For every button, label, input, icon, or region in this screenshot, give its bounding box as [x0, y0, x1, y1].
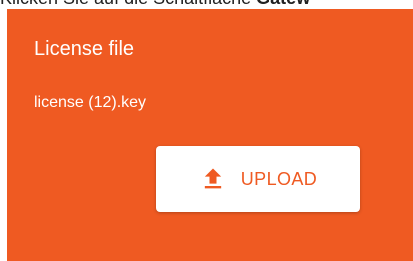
- selected-file-name: license (12).key: [34, 94, 147, 111]
- upload-icon: [204, 168, 221, 189]
- license-upload-panel: License file license (12).key UPLOAD: [7, 9, 413, 261]
- panel-title: License file: [34, 38, 135, 60]
- instruction-text: Klicken Sie auf die Schaltfläche Gatew: [0, 0, 413, 9]
- instruction-bold: Gatew: [256, 0, 310, 8]
- upload-button[interactable]: UPLOAD: [156, 146, 360, 212]
- upload-button-label: UPLOAD: [240, 169, 318, 189]
- instruction-prefix: Klicken Sie auf die Schaltfläche: [0, 0, 251, 8]
